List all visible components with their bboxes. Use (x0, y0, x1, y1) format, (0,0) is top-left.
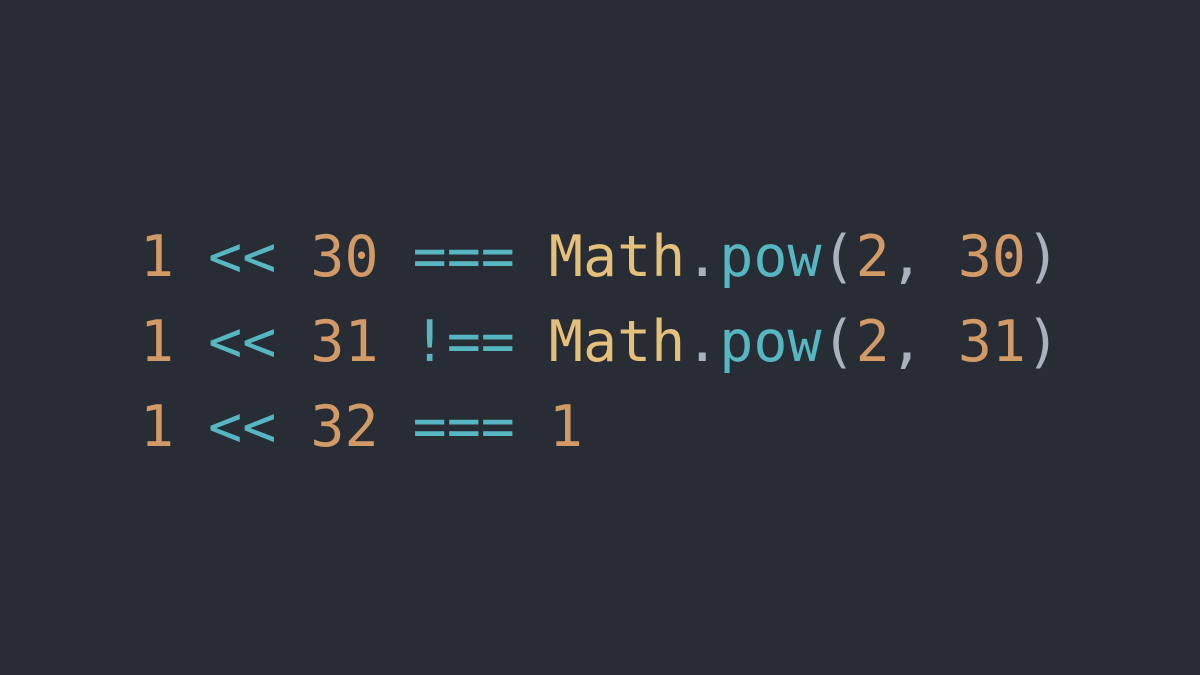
class-name: Math (548, 224, 686, 290)
operator-token: << (208, 394, 277, 460)
number-literal: 32 (310, 394, 379, 460)
punctuation-token: . (685, 224, 720, 290)
number-literal: 31 (957, 309, 1026, 375)
operator-token: << (208, 224, 277, 290)
function-name: pow (719, 224, 822, 290)
punctuation-token: ( (821, 224, 856, 290)
code-block: 1 << 30 === Math.pow(2, 30) 1 << 31 !== M… (140, 215, 1060, 470)
operator-token: << (208, 309, 277, 375)
punctuation-token: , (889, 224, 924, 290)
operator-token: !== (412, 309, 515, 375)
punctuation-token: ) (1025, 224, 1061, 290)
punctuation-token: ( (821, 309, 856, 375)
code-snippet-canvas: 1 << 30 === Math.pow(2, 30) 1 << 31 !== M… (0, 0, 1200, 675)
number-literal: 2 (855, 224, 890, 290)
number-literal: 30 (310, 224, 379, 290)
punctuation-token: . (685, 309, 720, 375)
number-literal: 1 (548, 394, 583, 460)
operator-token: === (412, 224, 515, 290)
operator-token: === (412, 394, 515, 460)
code-line-2: 1 << 31 !== Math.pow(2, 31) (140, 300, 1060, 385)
number-literal: 30 (957, 224, 1026, 290)
number-literal: 1 (140, 309, 175, 375)
function-name: pow (719, 309, 822, 375)
punctuation-token: ) (1025, 309, 1061, 375)
punctuation-token: , (889, 309, 924, 375)
number-literal: 1 (140, 394, 175, 460)
number-literal: 31 (310, 309, 379, 375)
number-literal: 1 (140, 224, 175, 290)
number-literal: 2 (855, 309, 890, 375)
code-line-3: 1 << 32 === 1 (140, 385, 1060, 470)
code-line-1: 1 << 30 === Math.pow(2, 30) (140, 215, 1060, 300)
class-name: Math (548, 309, 686, 375)
